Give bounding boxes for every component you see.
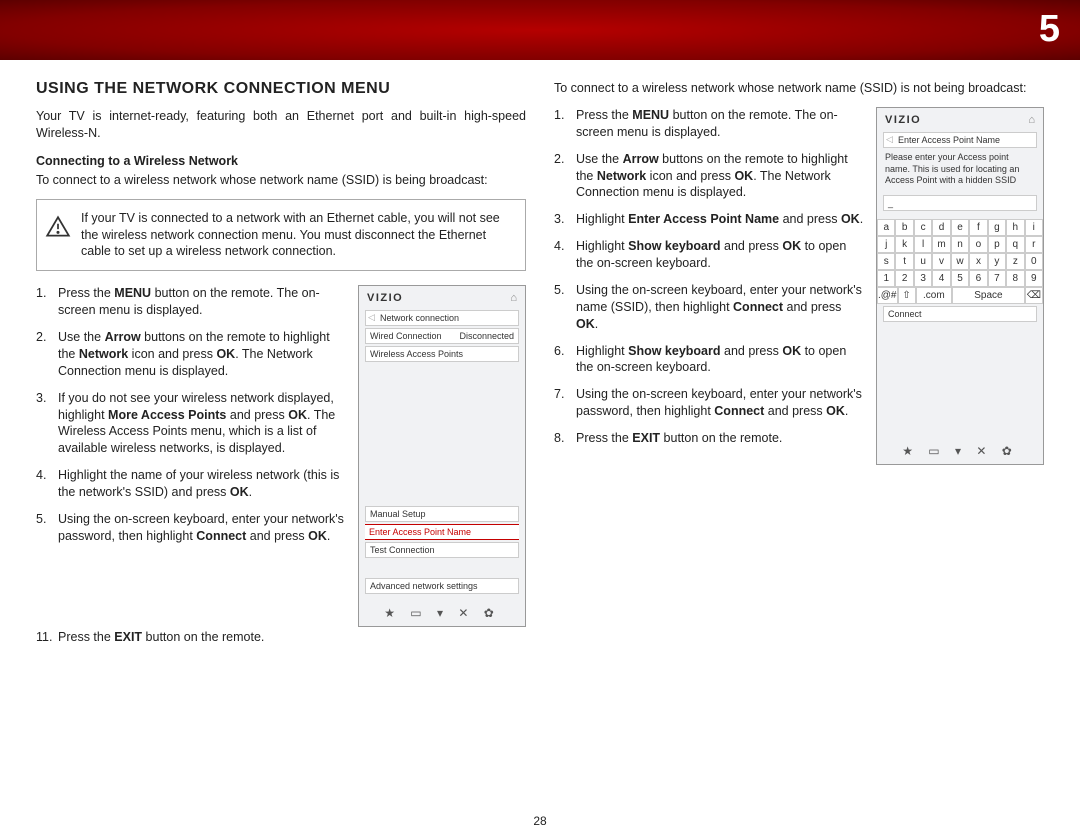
breadcrumb: Enter Access Point Name — [883, 132, 1037, 148]
keyboard-key: j — [877, 236, 895, 253]
keyboard-key: 2 — [895, 270, 913, 287]
steps-list-1b: Press the EXIT button on the remote. — [36, 629, 526, 646]
keyboard-key: e — [951, 219, 969, 236]
keyboard-key: .com — [916, 287, 952, 304]
keyboard-key: k — [895, 236, 913, 253]
keyboard-key: n — [951, 236, 969, 253]
home-icon: ⌂ — [510, 292, 517, 304]
keyboard-key: ⌫ — [1025, 287, 1043, 304]
step-item: Using the on-screen keyboard, enter your… — [554, 386, 864, 420]
step-item: Using the on-screen keyboard, enter your… — [36, 511, 346, 545]
keyboard-key: p — [988, 236, 1006, 253]
keyboard-key: 0 — [1025, 253, 1043, 270]
menu-row: Advanced network settings — [365, 578, 519, 594]
keyboard-key: u — [914, 253, 932, 270]
keyboard-key: t — [895, 253, 913, 270]
on-screen-keyboard: abcdefghi jklmnopqr stuvwxyz0 123456789 — [877, 219, 1043, 287]
keyboard-key: z — [1006, 253, 1024, 270]
step-item: Use the Arrow buttons on the remote to h… — [36, 329, 346, 380]
keyboard-key: 1 — [877, 270, 895, 287]
menu-row: Wireless Access Points — [365, 346, 519, 362]
step-item: Press the EXIT button on the remote. — [36, 629, 526, 646]
keyboard-key: i — [1025, 219, 1043, 236]
keyboard-key: q — [1006, 236, 1024, 253]
breadcrumb: Network connection — [365, 310, 519, 326]
column-left: USING THE NETWORK CONNECTION MENU Your T… — [36, 80, 526, 814]
keyboard-key: a — [877, 219, 895, 236]
nav-icons: ★ ▭ ▾ ✕ ✿ — [877, 434, 1043, 464]
nav-icons: ★ ▭ ▾ ✕ ✿ — [359, 596, 525, 626]
step-item: Highlight Enter Access Point Name and pr… — [554, 211, 864, 228]
step-item: If you do not see your wireless network … — [36, 390, 346, 458]
menu-row: Manual Setup — [365, 506, 519, 522]
chapter-number: 5 — [1039, 8, 1060, 51]
brand-logo: VIZIO — [367, 292, 403, 304]
steps-list-2: Press the MENU button on the remote. The… — [554, 107, 864, 457]
brand-logo: VIZIO — [885, 114, 921, 126]
keyboard-key: 3 — [914, 270, 932, 287]
keyboard-key: f — [969, 219, 987, 236]
menu-row: Wired Connection Disconnected — [365, 328, 519, 344]
step-item: Use the Arrow buttons on the remote to h… — [554, 151, 864, 202]
step-item: Highlight Show keyboard and press OK to … — [554, 238, 864, 272]
warning-box: If your TV is connected to a network wit… — [36, 199, 526, 272]
step-item: Press the EXIT button on the remote. — [554, 430, 864, 447]
keyboard-key: b — [895, 219, 913, 236]
keyboard-key: o — [969, 236, 987, 253]
connect-row: Connect — [883, 306, 1037, 322]
keyboard-key: s — [877, 253, 895, 270]
sub-heading: Connecting to a Wireless Network — [36, 154, 526, 168]
keyboard-key: v — [932, 253, 950, 270]
keyboard-key: Space — [952, 287, 1025, 304]
keyboard-key: 9 — [1025, 270, 1043, 287]
tv-screen-mock-2: VIZIO ⌂ Enter Access Point Name Please e… — [876, 107, 1044, 465]
warning-triangle-icon — [45, 214, 71, 240]
steps-list-1: Press the MENU button on the remote. The… — [36, 285, 346, 554]
keyboard-key: y — [988, 253, 1006, 270]
page-number: 28 — [0, 814, 1080, 828]
step-item: Highlight Show keyboard and press OK to … — [554, 343, 864, 377]
keyboard-key: 8 — [1006, 270, 1024, 287]
input-underline: _ — [883, 195, 1037, 211]
section-heading: USING THE NETWORK CONNECTION MENU — [36, 80, 526, 98]
home-icon: ⌂ — [1028, 114, 1035, 126]
keyboard-key: w — [951, 253, 969, 270]
keyboard-key: r — [1025, 236, 1043, 253]
keyboard-key: d — [932, 219, 950, 236]
keyboard-key: 5 — [951, 270, 969, 287]
description: To connect to a wireless network whose n… — [36, 172, 526, 189]
step-item: Using the on-screen keyboard, enter your… — [554, 282, 864, 333]
column-right: To connect to a wireless network whose n… — [554, 80, 1044, 814]
keyboard-key: .@# — [877, 287, 898, 304]
menu-row: Test Connection — [365, 542, 519, 558]
keyboard-key: 7 — [988, 270, 1006, 287]
keyboard-key: c — [914, 219, 932, 236]
menu-row-highlighted: Enter Access Point Name — [365, 524, 519, 540]
description: To connect to a wireless network whose n… — [554, 80, 1044, 97]
step-item: Highlight the name of your wireless netw… — [36, 467, 346, 501]
keyboard-key: 6 — [969, 270, 987, 287]
step-item: Press the MENU button on the remote. The… — [36, 285, 346, 319]
keyboard-key: h — [1006, 219, 1024, 236]
intro-text: Your TV is internet-ready, featuring bot… — [36, 108, 526, 142]
keyboard-key: g — [988, 219, 1006, 236]
keyboard-key: m — [932, 236, 950, 253]
screen-note: Please enter your Access point name. Thi… — [877, 150, 1043, 193]
keyboard-key: l — [914, 236, 932, 253]
keyboard-key: ⇧ — [898, 287, 916, 304]
warning-text: If your TV is connected to a network wit… — [81, 211, 500, 259]
keyboard-key: x — [969, 253, 987, 270]
step-item: Press the MENU button on the remote. The… — [554, 107, 864, 141]
tv-screen-mock-1: VIZIO ⌂ Network connection Wired Connect… — [358, 285, 526, 627]
keyboard-key: 4 — [932, 270, 950, 287]
